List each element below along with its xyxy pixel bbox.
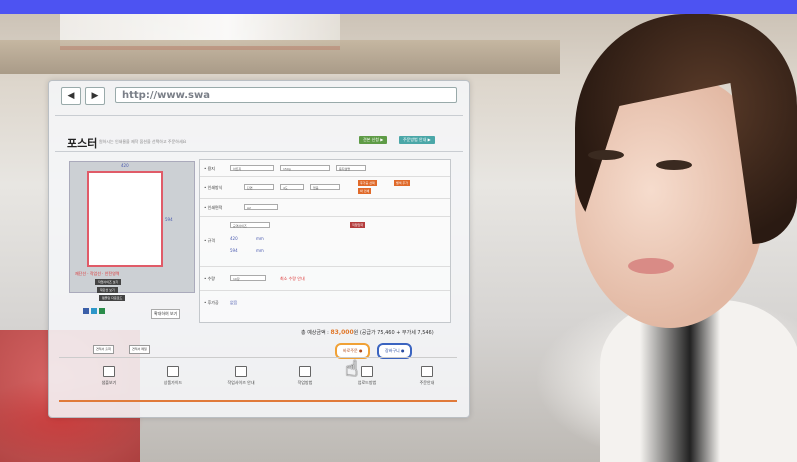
preview-page (87, 171, 163, 267)
paper-info-button[interactable]: 용지설명 (336, 165, 366, 171)
side-select[interactable]: 단면 (244, 184, 274, 190)
shortcut-label: 샘플보기 (101, 380, 117, 385)
form-row: • 규격 규격사이즈 직접입력 420 mm 594 mm (200, 216, 450, 267)
browser-window: ◀ ▶ http://www.swa 포스터 원하시는 인쇄물을 제작 옵션을 … (48, 80, 470, 418)
paper-select[interactable]: 아트지 (230, 165, 274, 171)
shortcut-bar: 샘플보기 상품가이드 작업사이즈 안내 작업방법 업로드방법 주문안내 (59, 357, 457, 402)
price-detail: (공급가 75,460 + 부가세 7,546) (359, 330, 434, 336)
hand-cursor-icon: ☝ (345, 357, 359, 382)
width-label: 420 (121, 163, 129, 168)
window-icon (103, 366, 115, 377)
qty-label: • 수량 (204, 276, 215, 281)
area-select[interactable]: A2 (244, 204, 278, 210)
shortcut-label: 주문안내 (419, 380, 435, 385)
price-label: 총 예상금액 : (301, 330, 329, 336)
upload-icon (361, 366, 373, 377)
shortcut-guide[interactable]: 상품가이드 (155, 366, 191, 386)
doc-icon (299, 366, 311, 377)
order-form: • 용지 아트지 150g 용지설명 • 인쇄방식 단면 4도 없음 후가공 선… (199, 159, 451, 323)
form-row: • 수량 10장 최소 수량 안내 (200, 266, 450, 291)
custom-size-button[interactable]: 직접입력 (350, 222, 366, 228)
form-row: • 인쇄면적 A2 (200, 198, 450, 217)
tab-sample[interactable]: 견본 신청 ▶ (359, 136, 388, 144)
preview-legend: 재단선 · 작업선 · 안전영역 (75, 271, 120, 276)
area-label: • 인쇄면적 (204, 205, 223, 210)
shortcut-label: 작업사이즈 안내 (227, 380, 255, 385)
shortcut-label: 작업방법 (297, 380, 313, 385)
ruler-icon (235, 366, 247, 377)
woman-torso (600, 300, 797, 462)
shortcut-order[interactable]: 주문안내 (409, 366, 445, 386)
size-select[interactable]: 규격사이즈 (230, 222, 270, 228)
form-row: • 후가공 없음 (200, 290, 450, 314)
address-bar[interactable]: http://www.swa (115, 87, 457, 103)
finish-label: • 후가공 (204, 300, 219, 305)
back-button[interactable]: ◀ (61, 87, 81, 105)
price-summary: 총 예상금액 : 83,000원 (공급가 75,460 + 부가세 7,546… (301, 329, 434, 336)
cut-line-button[interactable]: 재단선 보기 (97, 287, 118, 293)
width-value: 420 (230, 236, 238, 241)
edit-icon (421, 366, 433, 377)
form-row: • 인쇄방식 단면 4도 없음 후가공 선택 별색 추가 박 인쇄 (200, 176, 450, 199)
divider (55, 115, 463, 116)
zoom-button[interactable]: 확대하여 보기 (151, 309, 181, 319)
right-eye (656, 160, 692, 170)
lips (628, 258, 674, 274)
foil-button[interactable]: 박 인쇄 (358, 188, 372, 194)
browser-nav: ◀ ▶ http://www.swa (61, 87, 457, 105)
quote-mail-button[interactable]: 견적서 메일 (129, 345, 150, 354)
spot-color-button[interactable]: 별색 추가 (394, 180, 410, 186)
blog-icon[interactable] (99, 308, 105, 314)
work-size-button[interactable]: 작업사이즈 보기 (95, 279, 122, 285)
left-eye (588, 150, 624, 160)
page-title: 포스터 (67, 137, 98, 150)
quote-print-button[interactable]: 견적서 출력 (93, 345, 114, 354)
page-subtitle: 원하시는 인쇄물을 제작 옵션을 선택하고 주문하세요 (99, 139, 187, 144)
price-value: 83,000 (330, 329, 354, 336)
card-icon (167, 366, 179, 377)
share-icon[interactable] (83, 308, 89, 314)
price-unit: 원 (353, 330, 359, 336)
height-value: 594 (230, 248, 238, 253)
divider (55, 151, 463, 152)
postprocess-button[interactable]: 후가공 선택 (358, 180, 377, 186)
top-color-bar (0, 0, 797, 14)
option-select[interactable]: 없음 (310, 184, 340, 190)
shortcut-sample[interactable]: 샘플보기 (91, 366, 127, 386)
paper-label: • 용지 (204, 166, 215, 171)
size-label: • 규격 (204, 238, 215, 243)
forward-button[interactable]: ▶ (85, 87, 105, 105)
mm-unit: mm (256, 236, 264, 241)
template-button[interactable]: 템플릿 다운로드 (99, 295, 126, 301)
wooden-shelf (0, 40, 560, 74)
form-row: • 용지 아트지 150g 용지설명 (200, 160, 450, 177)
mm-unit: mm (256, 248, 264, 253)
tab-guide[interactable]: 주문방법 안내 ▶ (399, 136, 435, 144)
finish-value: 없음 (230, 300, 238, 305)
shortcut-size[interactable]: 작업사이즈 안내 (223, 366, 259, 386)
height-label: 594 (165, 217, 173, 222)
shortcut-label: 상품가이드 (163, 380, 183, 385)
qty-select[interactable]: 10장 (230, 275, 266, 281)
print-label: • 인쇄방식 (204, 185, 223, 190)
weight-select[interactable]: 150g (280, 165, 330, 171)
twitter-icon[interactable] (91, 308, 97, 314)
qty-note: 최소 수량 안내 (280, 276, 305, 281)
color-select[interactable]: 4도 (280, 184, 304, 190)
shortcut-work[interactable]: 작업방법 (287, 366, 323, 386)
